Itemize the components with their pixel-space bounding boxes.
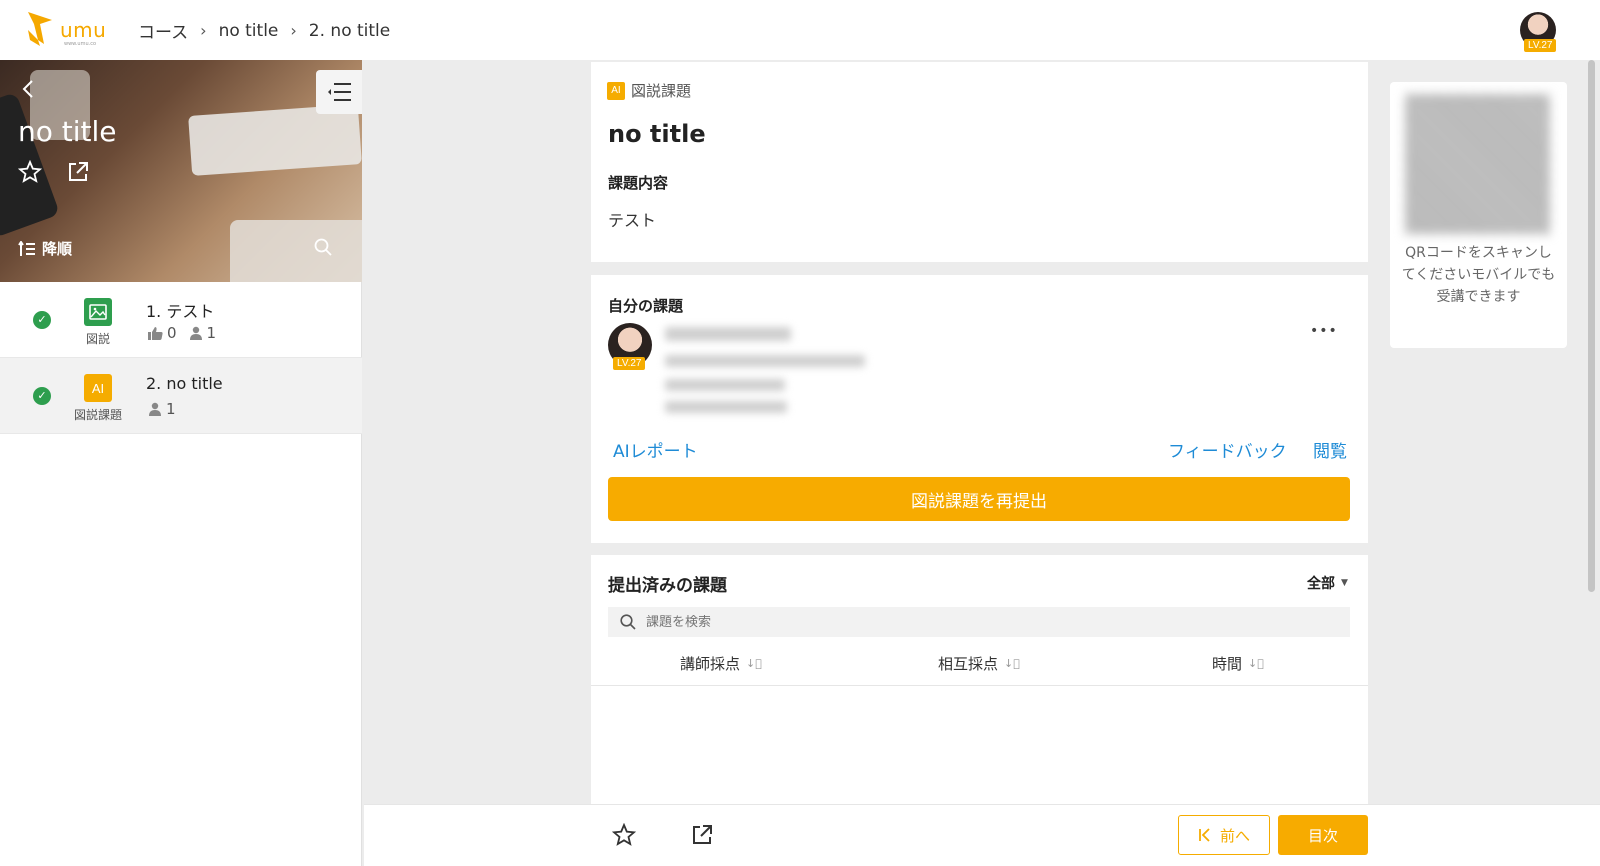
lesson-type-label: 図説 <box>85 332 110 346</box>
hero-keyboard-image <box>188 104 362 176</box>
previous-button[interactable]: 前へ <box>1178 815 1270 855</box>
menu-collapse-icon <box>328 83 351 101</box>
more-options-icon[interactable]: ••• <box>1310 323 1338 339</box>
chevron-right-icon: › <box>200 21 207 40</box>
logo-mark-icon <box>28 12 52 46</box>
sort-desc-icon <box>18 240 35 256</box>
qr-instructions: QRコードをスキャンしてくださいモバイルでも受講できます <box>1401 245 1556 305</box>
ai-badge-icon: AI <box>607 81 625 100</box>
search-icon <box>620 614 636 630</box>
blurred-submission-info <box>665 401 787 413</box>
previous-label: 前へ <box>1219 827 1250 845</box>
sort-order-toggle[interactable]: 降順 <box>18 238 72 259</box>
task-title: no title <box>608 120 706 148</box>
course-sidebar: no title 降順 ✓ 図説 1. テスト 0 1 ✓ AI 図説課題 2.… <box>0 60 362 866</box>
image-lesson-icon <box>84 298 112 326</box>
lesson-meta: 0 1 <box>148 324 216 342</box>
filter-value: 全部 <box>1307 576 1335 592</box>
lesson-item[interactable]: ✓ 図説 1. テスト 0 1 <box>0 282 362 358</box>
breadcrumb-current: 2. no title <box>308 20 391 41</box>
hero-trackpad-image <box>230 220 362 282</box>
logo-text: umu <box>60 18 107 42</box>
my-task-card: 自分の課題 LV.27 ••• AIレポート フィードバック 閲覧 図説課題を再… <box>591 275 1368 543</box>
breadcrumb-lesson-group[interactable]: no title <box>219 21 279 41</box>
caret-down-icon: ▼ <box>1341 578 1348 588</box>
lesson-item-active[interactable]: ✓ AI 図説課題 2. no title 1 <box>0 358 362 434</box>
lesson-search-icon[interactable] <box>314 238 332 260</box>
share-icon[interactable] <box>66 160 90 188</box>
my-task-heading: 自分の課題 <box>608 297 684 315</box>
blurred-submitter-name <box>665 327 791 341</box>
column-peer-score[interactable]: 相互採点 ↓⃥ <box>938 653 1020 674</box>
task-type-badge: AI 図説課題 <box>607 80 691 101</box>
back-icon[interactable] <box>18 78 40 100</box>
sort-order-label: 降順 <box>42 240 73 258</box>
favorite-star-icon[interactable] <box>611 822 637 851</box>
collapse-sidebar-button[interactable] <box>316 70 362 114</box>
ai-report-link[interactable]: AIレポート <box>613 437 698 462</box>
completed-check-icon: ✓ <box>33 387 51 405</box>
column-label: 時間 <box>1212 655 1243 673</box>
task-type-label: 図説課題 <box>631 82 692 100</box>
sort-icon: ↓⃥ <box>1248 657 1264 670</box>
learner-count: 1 <box>166 400 176 418</box>
resubmit-button[interactable]: 図説課題を再提出 <box>608 477 1350 521</box>
lesson-type-label: 図説課題 <box>73 408 122 422</box>
breadcrumb-course[interactable]: コース <box>138 18 188 43</box>
submitter-level-badge: LV.27 <box>613 357 646 370</box>
umu-logo[interactable]: umu www.umu.co <box>26 10 110 50</box>
favorite-star-icon[interactable] <box>17 159 43 188</box>
completed-check-icon: ✓ <box>33 311 51 329</box>
column-instructor-score[interactable]: 講師採点 ↓⃥ <box>680 653 762 674</box>
sort-icon: ↓⃥ <box>1004 657 1020 670</box>
blurred-submission-info <box>665 379 785 391</box>
ai-task-icon: AI <box>84 374 112 402</box>
column-label: 相互採点 <box>938 655 999 673</box>
filter-dropdown[interactable]: 全部 ▼ <box>1307 573 1348 593</box>
sort-icon: ↓⃥ <box>746 657 762 670</box>
like-count: 0 <box>167 324 177 342</box>
learner-icon <box>189 326 202 340</box>
lesson-title: 2. no title <box>146 374 223 393</box>
task-search <box>608 607 1350 637</box>
scrollbar[interactable] <box>1588 60 1595 592</box>
user-level-badge: LV.27 <box>1524 39 1557 52</box>
task-search-input[interactable] <box>646 614 946 630</box>
column-time[interactable]: 時間 ↓⃥ <box>1212 653 1264 674</box>
blurred-submission-info <box>665 355 865 367</box>
qr-card: QRコードをスキャンしてくださいモバイルでも受講できます <box>1390 82 1567 348</box>
task-content-heading: 課題内容 <box>608 174 669 192</box>
learner-icon <box>149 402 161 416</box>
view-link[interactable]: 閲覧 <box>1313 437 1347 462</box>
task-info-card: AI 図説課題 no title 課題内容 テスト <box>591 62 1368 262</box>
course-hero: no title 降順 <box>0 60 362 282</box>
thumbs-up-icon <box>148 327 163 340</box>
skip-previous-icon <box>1199 828 1210 842</box>
feedback-link[interactable]: フィードバック <box>1168 437 1287 462</box>
course-title: no title <box>18 115 117 148</box>
learner-count: 1 <box>206 324 217 342</box>
breadcrumb: コース › no title › 2. no title <box>138 18 391 44</box>
lesson-meta: 1 <box>148 400 176 418</box>
top-bar: umu www.umu.co コース › no title › 2. no ti… <box>0 0 1600 60</box>
lesson-title: 1. テスト <box>146 302 215 321</box>
column-label: 講師採点 <box>680 655 741 673</box>
logo-subtext: www.umu.co <box>64 41 97 47</box>
share-icon[interactable] <box>690 823 714 851</box>
submitted-tasks-card: 提出済みの課題 全部 ▼ 講師採点 ↓⃥ 相互採点 ↓⃥ 時間 ↓⃥ <box>591 555 1368 805</box>
submitted-heading: 提出済みの課題 <box>608 576 727 596</box>
task-content-text: テスト <box>608 211 657 230</box>
chevron-right-icon: › <box>290 21 297 40</box>
qr-code-image <box>1405 94 1550 234</box>
bottom-action-bar: 前へ 目次 <box>364 804 1600 866</box>
table-divider <box>591 685 1368 686</box>
table-of-contents-button[interactable]: 目次 <box>1278 815 1368 855</box>
